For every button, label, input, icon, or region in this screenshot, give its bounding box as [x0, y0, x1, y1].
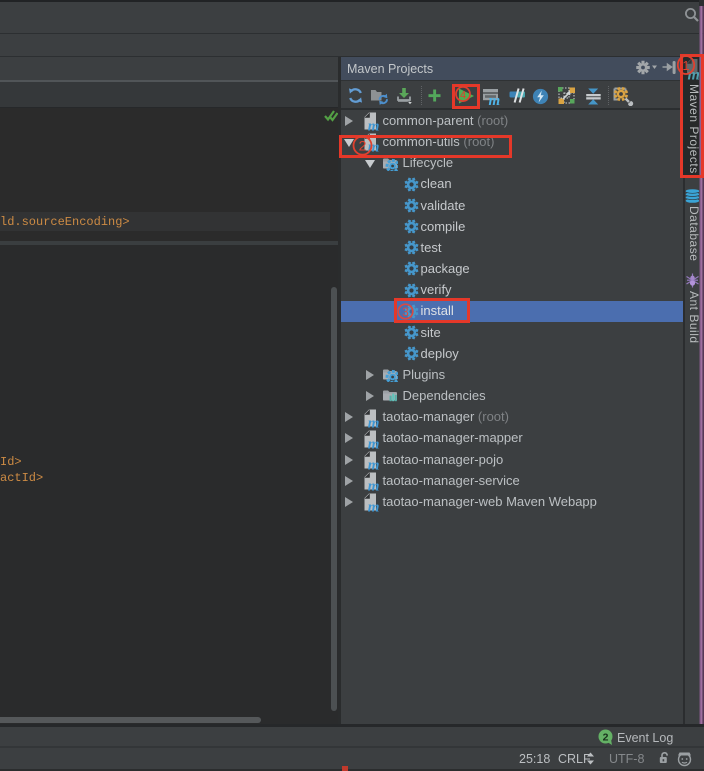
svg-text:m: m [368, 478, 380, 491]
svg-text:m: m [368, 119, 380, 132]
svg-text:m: m [368, 415, 380, 428]
svg-text:m: m [368, 500, 380, 513]
svg-text:m: m [368, 436, 380, 449]
svg-text:3: 3 [402, 307, 408, 319]
svg-text:m: m [368, 457, 380, 470]
svg-text:m: m [489, 93, 501, 105]
svg-text:2: 2 [603, 732, 609, 744]
svg-text:2: 2 [359, 138, 367, 154]
svg-text:4: 4 [459, 89, 465, 101]
svg-text:1: 1 [682, 58, 689, 73]
